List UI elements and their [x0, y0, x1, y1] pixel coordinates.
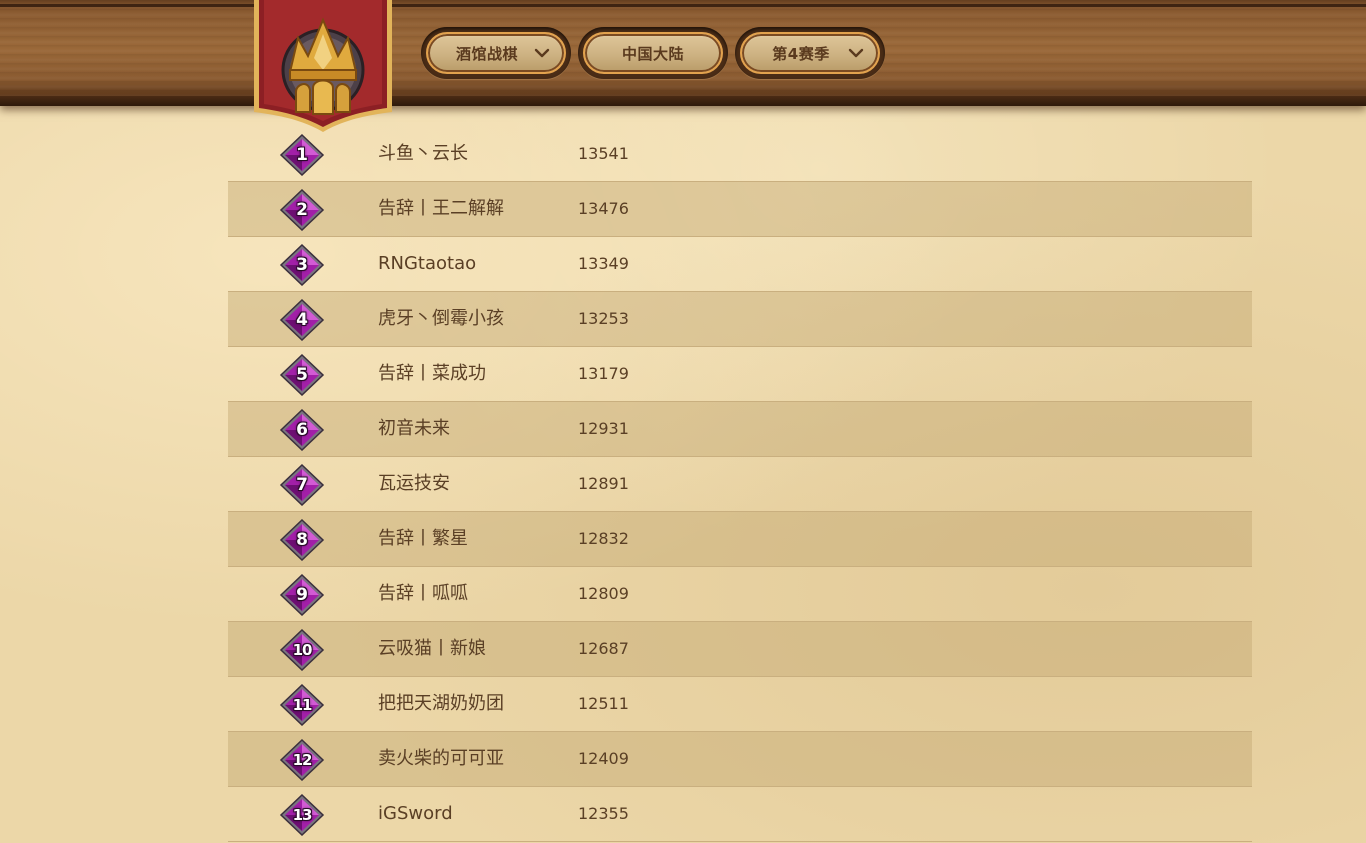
mode-select-frame: 酒馆战棋 — [421, 27, 571, 79]
rank-badge: 8 — [279, 519, 325, 561]
rank-number: 8 — [296, 530, 308, 550]
table-row: 9 告辞丨呱呱 12809 — [228, 567, 1252, 622]
player-name: RNGtaotao — [378, 253, 477, 274]
region-button-label: 中国大陆 — [621, 44, 684, 63]
region-button[interactable]: 中国大陆 — [583, 32, 723, 74]
player-name: 虎牙丶倒霉小孩 — [378, 308, 504, 329]
region-button-frame: 中国大陆 — [578, 27, 728, 79]
rank-number: 5 — [296, 365, 308, 385]
player-rating: 12355 — [578, 804, 629, 823]
table-row: 13 iGSword 12355 — [228, 787, 1252, 842]
leaderboard-table: 1 斗鱼丶云长 13541 2 告辞丨王二解解 13476 3 RNGtaota… — [228, 127, 1252, 842]
chevron-down-icon — [534, 48, 550, 58]
table-row: 12 卖火柴的可可亚 12409 — [228, 732, 1252, 787]
rank-number: 10 — [292, 641, 313, 659]
table-row: 10 云吸猫丨新娘 12687 — [228, 622, 1252, 677]
mode-select-label: 酒馆战棋 — [455, 44, 518, 63]
header-bottom-trim — [0, 96, 1366, 106]
player-rating: 12409 — [578, 749, 629, 768]
table-row: 7 瓦运技安 12891 — [228, 457, 1252, 512]
header-top-trim — [0, 4, 1366, 7]
rank-number: 3 — [296, 255, 308, 275]
table-row: 2 告辞丨王二解解 13476 — [228, 182, 1252, 237]
player-rating: 13253 — [578, 309, 629, 328]
player-rating: 13179 — [578, 364, 629, 383]
table-row: 1 斗鱼丶云长 13541 — [228, 127, 1252, 182]
player-name: 告辞丨呱呱 — [378, 583, 468, 604]
player-name: 瓦运技安 — [378, 473, 450, 494]
player-name: 把把天湖奶奶团 — [378, 693, 504, 714]
player-rating: 12511 — [578, 694, 629, 713]
rank-number: 13 — [292, 806, 313, 824]
chevron-down-icon — [848, 48, 864, 58]
rank-badge: 12 — [279, 739, 325, 781]
rank-number: 12 — [292, 751, 313, 769]
rank-badge: 3 — [279, 244, 325, 286]
player-name: 告辞丨繁星 — [378, 528, 468, 549]
rank-number: 9 — [296, 585, 308, 605]
rank-badge: 5 — [279, 354, 325, 396]
mode-select[interactable]: 酒馆战棋 — [426, 32, 566, 74]
player-rating: 12809 — [578, 584, 629, 603]
rank-badge: 13 — [279, 794, 325, 836]
rank-number: 6 — [296, 420, 308, 440]
table-row: 5 告辞丨菜成功 13179 — [228, 347, 1252, 402]
rank-number: 4 — [296, 310, 308, 330]
player-name: iGSword — [378, 803, 453, 824]
table-row: 6 初音未来 12931 — [228, 402, 1252, 457]
player-name: 卖火柴的可可亚 — [378, 748, 504, 769]
rank-badge: 10 — [279, 629, 325, 671]
rank-number: 1 — [296, 145, 308, 165]
player-rating: 12832 — [578, 529, 629, 548]
player-rating: 12891 — [578, 474, 629, 493]
player-rating: 13541 — [578, 144, 629, 163]
table-row: 8 告辞丨繁星 12832 — [228, 512, 1252, 567]
player-name: 云吸猫丨新娘 — [378, 638, 486, 659]
rank-badge: 2 — [279, 189, 325, 231]
player-rating: 13349 — [578, 254, 629, 273]
table-row: 11 把把天湖奶奶团 12511 — [228, 677, 1252, 732]
season-select-frame: 第4赛季 — [735, 27, 885, 79]
player-rating: 12687 — [578, 639, 629, 658]
header-bar: 酒馆战棋 中国大陆 第4赛季 — [0, 0, 1366, 106]
player-rating: 13476 — [578, 199, 629, 218]
table-row: 4 虎牙丶倒霉小孩 13253 — [228, 292, 1252, 347]
rank-number: 2 — [296, 200, 308, 220]
rank-badge: 4 — [279, 299, 325, 341]
rank-number: 11 — [292, 696, 313, 714]
player-name: 初音未来 — [378, 418, 450, 439]
table-row: 3 RNGtaotao 13349 — [228, 237, 1252, 292]
rank-badge: 6 — [279, 409, 325, 451]
crown-emblem-icon — [254, 0, 392, 132]
rank-badge: 9 — [279, 574, 325, 616]
rank-number: 7 — [296, 475, 308, 495]
rank-badge: 11 — [279, 684, 325, 726]
player-name: 斗鱼丶云长 — [378, 143, 468, 164]
player-name: 告辞丨王二解解 — [378, 198, 504, 219]
player-name: 告辞丨菜成功 — [378, 363, 486, 384]
season-select-label: 第4赛季 — [772, 44, 830, 63]
season-select[interactable]: 第4赛季 — [740, 32, 880, 74]
rank-badge: 1 — [279, 134, 325, 176]
player-rating: 12931 — [578, 419, 629, 438]
rank-badge: 7 — [279, 464, 325, 506]
